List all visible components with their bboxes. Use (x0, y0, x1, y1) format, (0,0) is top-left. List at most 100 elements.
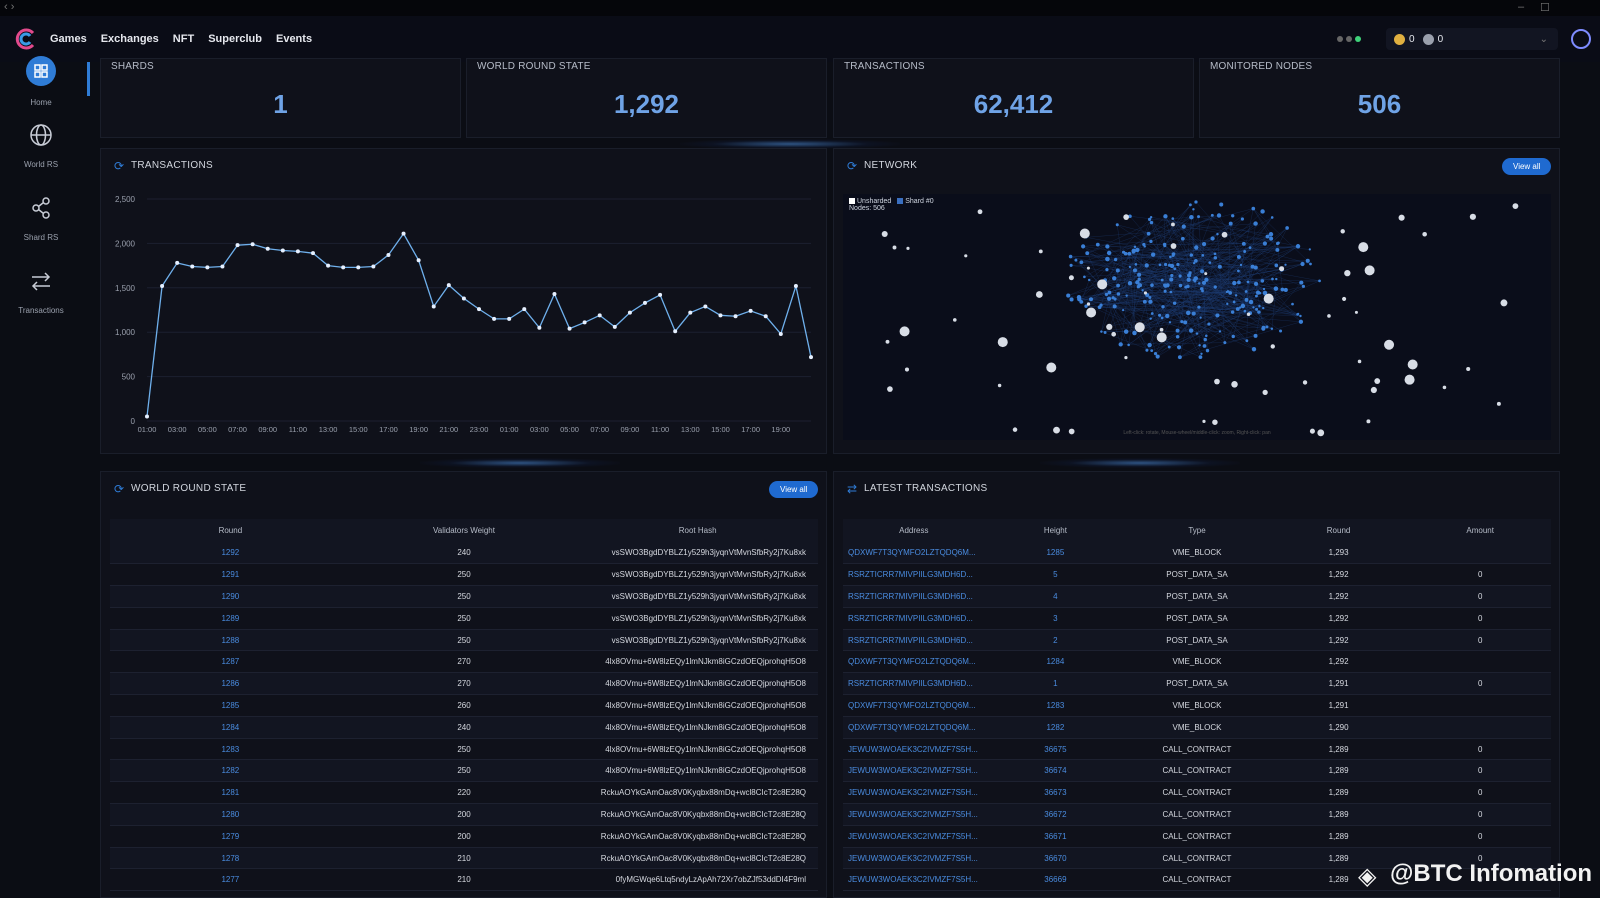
table-row[interactable]: QDXWF7T3QYMFO2LZTQDQ6M... 1282 VME_BLOCK 1,… (843, 716, 1551, 739)
address-cell[interactable]: RSRZTICRR7MIVPIILG3MDH6D... (843, 672, 985, 696)
table-row[interactable]: QDXWF7T3QYMFO2LZTQDQ6M... 1283 VME_BLOCK 1,… (843, 694, 1551, 717)
table-row[interactable]: 1288 250 vsSWO3BgdDYBLZ1y529h3jyqnVtMvnSfb… (110, 629, 818, 652)
round-cell[interactable]: 1278 (110, 847, 351, 870)
round-cell[interactable]: 1280 (110, 803, 351, 826)
data-point[interactable] (612, 324, 617, 329)
table-row[interactable]: 1285 260 4lx8OVmu+6W8lzEQy1lmNJkm8iGCzdOEQ… (110, 694, 818, 717)
nav-exchanges[interactable]: Exchanges (101, 33, 159, 45)
round-cell[interactable]: 1292 (110, 542, 351, 565)
table-row[interactable]: 1278 210 RckuAOYkGAmOac8V0Kyqbx88mDq+wcl8C… (110, 847, 818, 870)
round-cell[interactable]: 1290 (110, 585, 351, 608)
data-point[interactable] (416, 258, 421, 263)
data-point[interactable] (567, 326, 572, 331)
data-point[interactable] (190, 264, 195, 269)
height-cell[interactable]: 1285 (984, 542, 1127, 565)
address-cell[interactable]: JEWUW3WOAEK3C2IVMZF7S5H... (843, 738, 985, 761)
table-row[interactable]: 1290 250 vsSWO3BgdDYBLZ1y529h3jyqnVtMvnSfb… (110, 585, 818, 608)
app-logo-icon[interactable] (12, 26, 38, 52)
data-point[interactable] (386, 252, 391, 257)
data-point[interactable] (507, 316, 512, 321)
table-row[interactable]: 1291 250 vsSWO3BgdDYBLZ1y529h3jyqnVtMvnSfb… (110, 563, 818, 587)
wallet-balance[interactable]: 0 0 ⌄ (1386, 28, 1558, 50)
data-point[interactable] (356, 265, 361, 270)
network-graph[interactable]: Unsharded Shard #0 Nodes: 506 Left-click… (843, 194, 1551, 440)
height-cell[interactable]: 36670 (984, 847, 1127, 870)
back-icon[interactable]: ‹ › (4, 1, 14, 13)
round-cell[interactable]: 1286 (110, 672, 351, 696)
column-header[interactable]: Address (843, 519, 985, 542)
table-row[interactable]: JEWUW3WOAEK3C2IVMZF7S5H... 36675 CALL_CONT… (843, 738, 1551, 761)
data-point[interactable] (718, 313, 723, 318)
address-cell[interactable]: RSRZTICRR7MIVPIILG3MDH6D... (843, 629, 985, 652)
height-cell[interactable]: 36672 (984, 803, 1127, 826)
data-point[interactable] (658, 292, 663, 297)
nav-games[interactable]: Games (50, 33, 87, 45)
data-point[interactable] (748, 308, 753, 313)
column-header[interactable]: Height (984, 519, 1127, 542)
data-point[interactable] (552, 292, 557, 297)
data-point[interactable] (371, 264, 376, 269)
table-row[interactable]: JEWUW3WOAEK3C2IVMZF7S5H... 36672 CALL_CONT… (843, 803, 1551, 826)
height-cell[interactable]: 1284 (984, 650, 1127, 674)
table-row[interactable]: 1282 250 4lx8OVmu+6W8lzEQy1lmNJkm8iGCzdOEQ… (110, 759, 818, 783)
table-row[interactable]: RSRZTICRR7MIVPIILG3MDH6D... 3 POST_DATA_SA… (843, 607, 1551, 630)
height-cell[interactable]: 3 (984, 607, 1127, 630)
address-cell[interactable]: QDXWF7T3QYMFO2LZTQDQ6M... (843, 716, 985, 739)
data-point[interactable] (673, 329, 678, 334)
table-row[interactable]: 1279 200 RckuAOYkGAmOac8V0Kyqbx88mDq+wcl8C… (110, 825, 818, 848)
column-header[interactable]: Validators Weight (350, 519, 578, 542)
height-cell[interactable]: 36671 (984, 825, 1127, 848)
data-point[interactable] (250, 242, 255, 247)
table-row[interactable]: RSRZTICRR7MIVPIILG3MDH6D... 4 POST_DATA_SA… (843, 585, 1551, 608)
data-point[interactable] (326, 263, 331, 268)
address-cell[interactable]: JEWUW3WOAEK3C2IVMZF7S5H... (843, 759, 985, 783)
data-point[interactable] (160, 284, 165, 289)
height-cell[interactable]: 36669 (984, 868, 1127, 892)
round-cell[interactable]: 1289 (110, 607, 351, 630)
round-cell[interactable]: 1282 (110, 759, 351, 783)
data-point[interactable] (341, 265, 346, 270)
address-cell[interactable]: JEWUW3WOAEK3C2IVMZF7S5H... (843, 803, 985, 826)
data-point[interactable] (688, 310, 693, 315)
round-cell[interactable]: 1281 (110, 781, 351, 805)
table-row[interactable]: QDXWF7T3QYMFO2LZTQDQ6M... 1285 VME_BLOCK 1,… (843, 542, 1551, 565)
profile-avatar[interactable] (1571, 29, 1591, 49)
data-point[interactable] (295, 249, 300, 254)
data-point[interactable] (145, 414, 149, 419)
height-cell[interactable]: 36673 (984, 781, 1127, 805)
data-point[interactable] (778, 331, 783, 336)
data-point[interactable] (492, 316, 497, 321)
data-point[interactable] (446, 283, 451, 288)
table-row[interactable]: 1280 200 RckuAOYkGAmOac8V0Kyqbx88mDq+wcl8C… (110, 803, 818, 826)
table-row[interactable]: 1292 240 vsSWO3BgdDYBLZ1y529h3jyqnVtMvnSfb… (110, 542, 818, 565)
address-cell[interactable]: QDXWF7T3QYMFO2LZTQDQ6M... (843, 542, 985, 565)
height-cell[interactable]: 4 (984, 585, 1127, 608)
column-header[interactable]: Round (1267, 519, 1410, 542)
height-cell[interactable]: 36675 (984, 738, 1127, 761)
refresh-icon[interactable]: ⟳ (847, 159, 857, 173)
round-cell[interactable]: 1284 (110, 716, 351, 739)
table-row[interactable]: QDXWF7T3QYMFO2LZTQDQ6M... 1284 VME_BLOCK 1,… (843, 650, 1551, 674)
table-row[interactable]: RSRZTICRR7MIVPIILG3MDH6D... 2 POST_DATA_SA… (843, 629, 1551, 652)
maximize-icon[interactable]: ☐ (1540, 1, 1550, 14)
data-point[interactable] (537, 325, 542, 330)
nav-superclub[interactable]: Superclub (208, 33, 262, 45)
round-cell[interactable]: 1291 (110, 563, 351, 587)
table-row[interactable]: 1287 270 4lx8OVmu+6W8lzEQy1lmNJkm8iGCzdOEQ… (110, 650, 818, 674)
data-point[interactable] (280, 248, 285, 253)
chevron-down-icon[interactable]: ⌄ (1540, 34, 1548, 45)
height-cell[interactable]: 1 (984, 672, 1127, 696)
height-cell[interactable]: 2 (984, 629, 1127, 652)
sidebar-item-world-rs[interactable]: World RS (0, 122, 82, 169)
column-header[interactable]: Type (1126, 519, 1268, 542)
table-row[interactable]: RSRZTICRR7MIVPIILG3MDH6D... 1 POST_DATA_SA… (843, 672, 1551, 696)
address-cell[interactable]: RSRZTICRR7MIVPIILG3MDH6D... (843, 607, 985, 630)
nav-events[interactable]: Events (276, 33, 312, 45)
address-cell[interactable]: QDXWF7T3QYMFO2LZTQDQ6M... (843, 694, 985, 717)
table-row[interactable]: 1283 250 4lx8OVmu+6W8lzEQy1lmNJkm8iGCzdOEQ… (110, 738, 818, 761)
minimize-icon[interactable]: – (1518, 1, 1524, 13)
table-row[interactable]: JEWUW3WOAEK3C2IVMZF7S5H... 36671 CALL_CONT… (843, 825, 1551, 848)
sidebar-item-shard-rs[interactable]: Shard RS (0, 195, 82, 242)
table-row[interactable]: 1284 240 4lx8OVmu+6W8lzEQy1lmNJkm8iGCzdOEQ… (110, 716, 818, 739)
round-cell[interactable]: 1283 (110, 738, 351, 761)
